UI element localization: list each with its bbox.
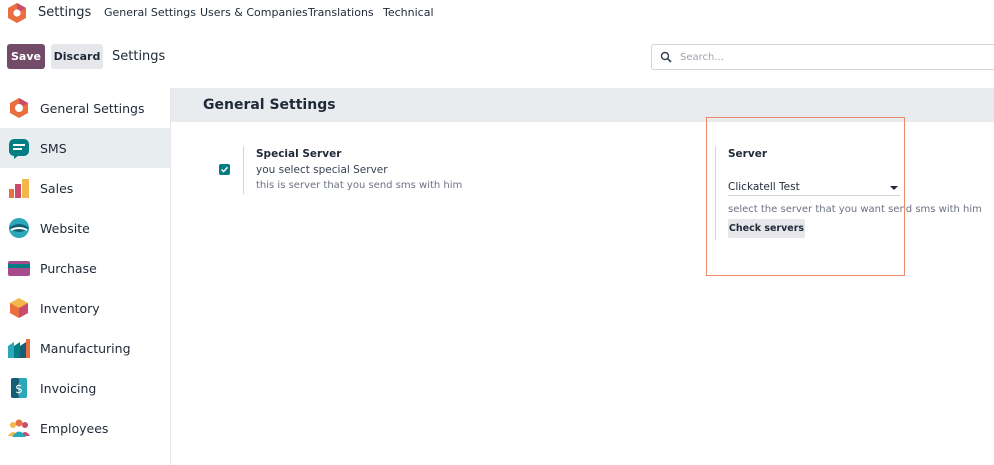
sidebar-item-label: General Settings: [40, 100, 145, 116]
menu-general-settings[interactable]: General Settings: [104, 6, 196, 19]
menu-technical[interactable]: Technical: [383, 6, 434, 19]
search-box[interactable]: [651, 44, 994, 70]
menu-users-companies[interactable]: Users & Companies: [200, 6, 308, 19]
app-title[interactable]: Settings: [38, 5, 91, 20]
svg-text:$: $: [15, 382, 23, 396]
search-icon: [660, 51, 672, 63]
sidebar-item-general-settings[interactable]: General Settings: [0, 88, 170, 128]
website-app-icon: [9, 218, 29, 238]
special-server-checkbox[interactable]: [219, 164, 230, 175]
settings-sidebar: General Settings SMS Sales Website Purch…: [0, 88, 171, 465]
odoo-logo-icon[interactable]: [6, 2, 28, 24]
sidebar-item-label: SMS: [40, 140, 67, 156]
settings-app-icon: [10, 98, 28, 118]
sidebar-item-label: Website: [40, 220, 90, 236]
highlight-box: [706, 117, 905, 276]
top-navbar: Settings General Settings Users & Compan…: [0, 0, 994, 26]
sidebar-item-sms[interactable]: SMS: [0, 128, 170, 168]
checkmark-icon: [220, 166, 229, 173]
inventory-app-icon: [10, 298, 28, 318]
save-button[interactable]: Save: [7, 44, 45, 69]
employees-app-icon: [8, 419, 30, 437]
option-help-text: this is server that you send sms with hi…: [256, 180, 463, 191]
sidebar-item-label: Sales: [40, 180, 74, 196]
sidebar-item-employees[interactable]: Employees: [0, 408, 170, 448]
option-divider: [243, 146, 244, 194]
sidebar-item-purchase[interactable]: Purchase: [0, 248, 170, 288]
breadcrumb: Settings: [112, 49, 166, 64]
section-title: General Settings: [203, 97, 336, 113]
sidebar-item-label: Manufacturing: [40, 340, 131, 356]
sidebar-item-label: Invoicing: [40, 380, 97, 396]
sms-app-icon: [9, 139, 29, 159]
sidebar-item-website[interactable]: Website: [0, 208, 170, 248]
menu-translations[interactable]: Translations: [308, 6, 374, 19]
sidebar-item-label: Inventory: [40, 300, 100, 316]
purchase-app-icon: [8, 261, 30, 276]
sidebar-item-inventory[interactable]: Inventory: [0, 288, 170, 328]
sidebar-item-invoicing[interactable]: $ Invoicing: [0, 368, 170, 408]
manufacturing-app-icon: [8, 339, 30, 358]
option-title[interactable]: Special Server: [256, 148, 341, 160]
option-description: you select special Server: [256, 164, 388, 176]
search-input[interactable]: [678, 50, 982, 64]
sidebar-item-label: Purchase: [40, 260, 97, 276]
discard-button[interactable]: Discard: [51, 44, 103, 69]
invoicing-app-icon: $: [11, 378, 27, 398]
sidebar-item-label: Employees: [40, 420, 109, 436]
sales-app-icon: [9, 179, 29, 198]
sidebar-item-sales[interactable]: Sales: [0, 168, 170, 208]
sidebar-item-manufacturing[interactable]: Manufacturing: [0, 328, 170, 368]
